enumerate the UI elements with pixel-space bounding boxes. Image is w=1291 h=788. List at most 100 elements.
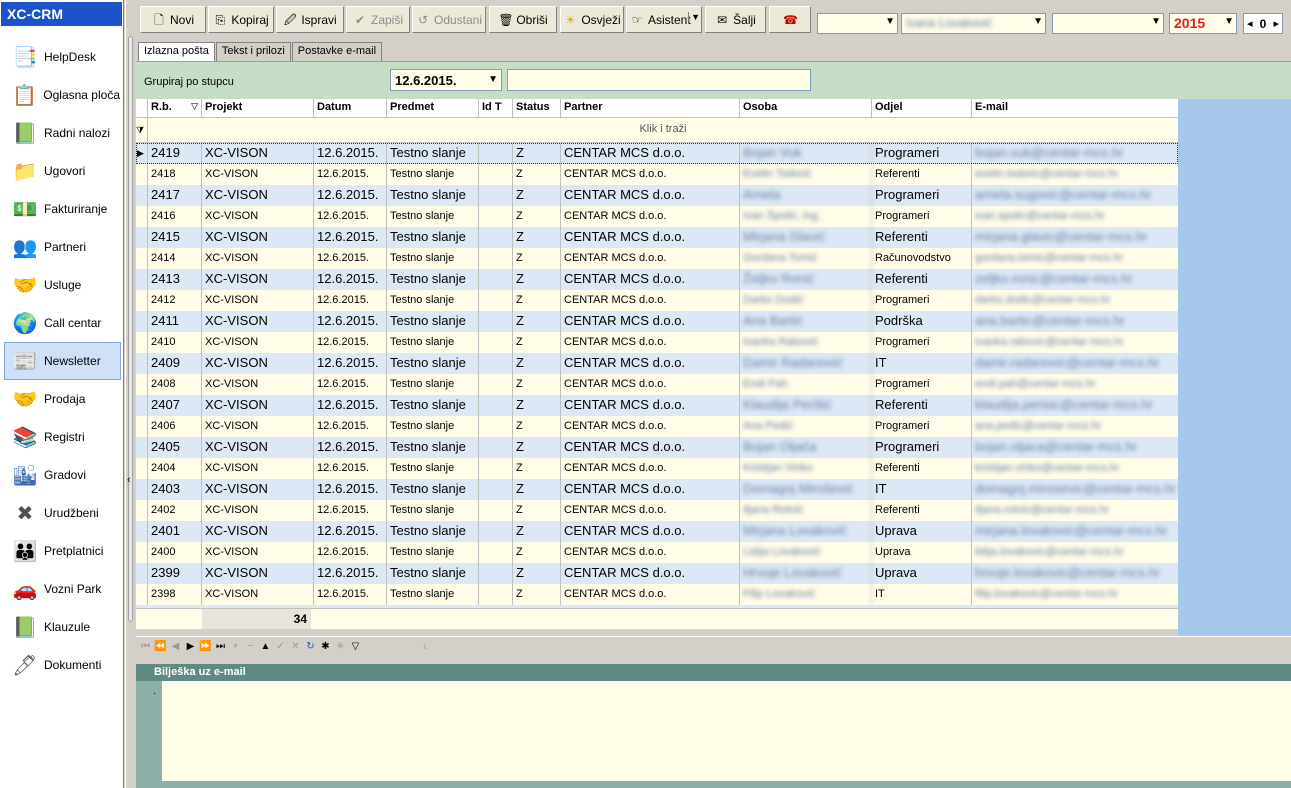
sidebar-item-helpdesk[interactable]: 📑 HelpDesk	[4, 38, 121, 76]
cell-rb: 2413	[148, 269, 202, 290]
column-header-predmet[interactable]: Predmet	[387, 99, 479, 117]
column-header-email[interactable]: E-mail	[972, 99, 1178, 117]
prev-page-icon[interactable]: ⏪	[153, 639, 168, 655]
assistant-button[interactable]: ☞ Asistent ▼	[626, 6, 702, 33]
refresh-icon[interactable]: ↻	[303, 639, 318, 655]
post-icon[interactable]: ✓	[273, 639, 288, 655]
spin-left-icon[interactable]: ◂	[1247, 17, 1253, 30]
prev-record-icon[interactable]: ◀	[168, 639, 183, 655]
column-header-partner[interactable]: Partner	[561, 99, 740, 117]
table-row[interactable]: 2405 XC-VISON 12.6.2015. Testno slanje Z CENT…	[136, 437, 1178, 458]
cell-id-t	[479, 353, 513, 374]
table-row[interactable]: 2401 XC-VISON 12.6.2015. Testno slanje Z CENT…	[136, 521, 1178, 542]
registry-book-icon: ✖	[16, 502, 34, 525]
column-header-id-t[interactable]: Id T	[479, 99, 513, 117]
table-row[interactable]: ▶ 2419 XC-VISON 12.6.2015. Testno slanje Z CEN…	[136, 143, 1178, 164]
column-header-projekt[interactable]: Projekt	[202, 99, 314, 117]
edit-record-icon[interactable]: ▲	[258, 639, 273, 655]
splitter-scrollbar[interactable]	[128, 36, 133, 622]
column-header-odjel[interactable]: Odjel	[872, 99, 972, 117]
find-row[interactable]: ⧩ Klik i traži	[136, 118, 1178, 143]
horizontal-scroll-left-icon[interactable]: ‹	[423, 641, 427, 653]
sidebar-item-fakturiranje[interactable]: 💵 Fakturiranje	[4, 190, 121, 228]
next-record-icon[interactable]: ▶	[183, 639, 198, 655]
sidebar-item-ugovori[interactable]: 📁 Ugovori	[4, 152, 121, 190]
user-combo[interactable]: Ivana Lovaković ▼	[901, 13, 1046, 34]
delete-icon[interactable]: −	[243, 639, 258, 655]
sidebar-item-vozni-park[interactable]: 🚗 Vozni Park	[4, 570, 121, 608]
sidebar-item-registri[interactable]: 📚 Registri	[4, 418, 121, 456]
new-button[interactable]: 🗋 Novi	[140, 6, 206, 33]
tab-text-attachments[interactable]: Tekst i prilozi	[215, 42, 291, 61]
column-header-osoba[interactable]: Osoba	[740, 99, 872, 117]
note-editor[interactable]: ·	[136, 681, 1291, 781]
sidebar-item-call-centar[interactable]: 🌍 Call centar	[4, 304, 121, 342]
table-row[interactable]: 2416 XC-VISON 12.6.2015. Testno slanje Z CENT…	[136, 206, 1178, 227]
tab-email-settings[interactable]: Postavke e-mail	[291, 42, 383, 61]
column-header-datum[interactable]: Datum	[314, 99, 387, 117]
filter-combo-3[interactable]: ▼	[1052, 13, 1164, 34]
counter-spinner[interactable]: ◂ 0 ▸	[1243, 13, 1283, 34]
sidebar-item-pretplatnici[interactable]: 👪 Pretplatnici	[4, 532, 121, 570]
cancel-button[interactable]: ↺ Odustani	[412, 6, 486, 33]
tab-outgoing-mail[interactable]: Izlazna pošta	[138, 42, 215, 61]
collapse-sidebar-icon[interactable]: ‹	[127, 474, 131, 486]
table-row[interactable]: 2413 XC-VISON 12.6.2015. Testno slanje Z CENT…	[136, 269, 1178, 290]
edit-button[interactable]: 🖉 Ispravi	[276, 6, 344, 33]
sidebar-item-partneri[interactable]: 👥 Partneri	[4, 228, 121, 266]
phone-button[interactable]: ☎	[769, 6, 811, 33]
spin-right-icon[interactable]: ▸	[1273, 17, 1279, 30]
table-row[interactable]: 2400 XC-VISON 12.6.2015. Testno slanje Z CENT…	[136, 542, 1178, 563]
sidebar-item-radni-nalozi[interactable]: 📗 Radni nalozi	[4, 114, 121, 152]
column-header-rb[interactable]: R.b. ▽	[148, 99, 202, 117]
table-row[interactable]: 2409 XC-VISON 12.6.2015. Testno slanje Z CENT…	[136, 353, 1178, 374]
sidebar-item-gradovi[interactable]: 🏙 Gradovi	[4, 456, 121, 494]
delete-button[interactable]: 🗑 Obriši	[489, 6, 557, 33]
sidebar-splitter[interactable]: ‹	[125, 0, 135, 788]
bookmark-icon[interactable]: ✱	[318, 639, 333, 655]
table-row[interactable]: 2412 XC-VISON 12.6.2015. Testno slanje Z CENT…	[136, 290, 1178, 311]
goto-bookmark-icon[interactable]: ✳	[333, 639, 348, 655]
sidebar-item-urudžbeni[interactable]: ✖ Urudžbeni	[4, 494, 121, 532]
text-filter-input[interactable]	[507, 69, 811, 91]
table-row[interactable]: 2414 XC-VISON 12.6.2015. Testno slanje Z CENT…	[136, 248, 1178, 269]
filter-funnel-icon[interactable]: ▽	[348, 639, 363, 655]
sidebar-item-newsletter[interactable]: 📰 Newsletter	[4, 342, 121, 380]
year-combo[interactable]: 2015 ▼	[1169, 13, 1237, 34]
table-row[interactable]: 2404 XC-VISON 12.6.2015. Testno slanje Z CENT…	[136, 458, 1178, 479]
save-button[interactable]: ✔ Zapiši	[346, 6, 410, 33]
filter-combo-1[interactable]: ▼	[817, 13, 898, 34]
table-row[interactable]: 2398 XC-VISON 12.6.2015. Testno slanje Z CENT…	[136, 584, 1178, 605]
table-row[interactable]: 2418 XC-VISON 12.6.2015. Testno slanje Z CENT…	[136, 164, 1178, 185]
first-page-icon[interactable]: ⏮	[138, 639, 153, 655]
table-row[interactable]: 2406 XC-VISON 12.6.2015. Testno slanje Z CENT…	[136, 416, 1178, 437]
refresh-button[interactable]: ☀ Osvježi	[560, 6, 624, 33]
assistant-dropdown-icon[interactable]: ▼	[688, 12, 700, 22]
table-row[interactable]: 2407 XC-VISON 12.6.2015. Testno slanje Z CENT…	[136, 395, 1178, 416]
send-button[interactable]: ✉ Šalji	[705, 6, 766, 33]
copy-button[interactable]: ⎘ Kopiraj	[208, 6, 274, 33]
table-row[interactable]: 2403 XC-VISON 12.6.2015. Testno slanje Z CENT…	[136, 479, 1178, 500]
column-header-status[interactable]: Status	[513, 99, 561, 117]
cell-projekt: XC-VISON	[202, 164, 314, 185]
date-filter[interactable]: 12.6.2015. ▼	[390, 69, 502, 91]
sidebar-item-klauzule[interactable]: 📗 Klauzule	[4, 608, 121, 646]
filter-icon[interactable]: ▽	[191, 101, 198, 112]
last-page-icon[interactable]: ⏭	[213, 639, 228, 655]
sidebar-item-dokumenti[interactable]: 🖊 Dokumenti	[4, 646, 121, 684]
grid-body: ▶ 2419 XC-VISON 12.6.2015. Testno slanje Z CEN…	[136, 143, 1178, 605]
find-row-label: Klik i traži	[639, 123, 687, 135]
cancel-edit-icon[interactable]: ✕	[288, 639, 303, 655]
table-row[interactable]: 2417 XC-VISON 12.6.2015. Testno slanje Z CENT…	[136, 185, 1178, 206]
table-row[interactable]: 2415 XC-VISON 12.6.2015. Testno slanje Z CENT…	[136, 227, 1178, 248]
table-row[interactable]: 2411 XC-VISON 12.6.2015. Testno slanje Z CENT…	[136, 311, 1178, 332]
table-row[interactable]: 2410 XC-VISON 12.6.2015. Testno slanje Z CENT…	[136, 332, 1178, 353]
table-row[interactable]: 2399 XC-VISON 12.6.2015. Testno slanje Z CENT…	[136, 563, 1178, 584]
sidebar-item-prodaja[interactable]: 🤝 Prodaja	[4, 380, 121, 418]
table-row[interactable]: 2402 XC-VISON 12.6.2015. Testno slanje Z CENT…	[136, 500, 1178, 521]
next-page-icon[interactable]: ⏩	[198, 639, 213, 655]
table-row[interactable]: 2408 XC-VISON 12.6.2015. Testno slanje Z CENT…	[136, 374, 1178, 395]
insert-icon[interactable]: +	[228, 639, 243, 655]
sidebar-item-oglasna-ploča[interactable]: 📋 Oglasna ploča	[4, 76, 121, 114]
sidebar-item-usluge[interactable]: 🤝 Usluge	[4, 266, 121, 304]
